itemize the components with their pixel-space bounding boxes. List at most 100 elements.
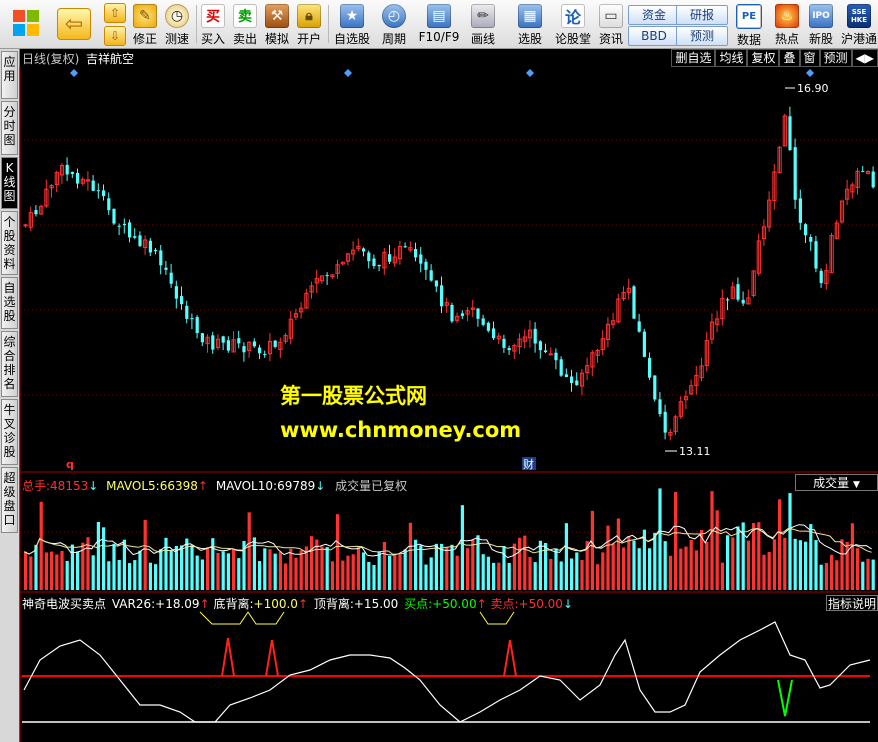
capital-button[interactable]: 资金 xyxy=(628,5,680,25)
watermark-url: www.chnmoney.com xyxy=(280,418,522,442)
volume-bar xyxy=(263,548,267,590)
sidebar-item-timeshare[interactable]: 分时图 xyxy=(1,101,18,155)
volume-ma-line xyxy=(23,527,872,556)
sidebar-item-label: 应用 xyxy=(3,55,16,83)
period-button[interactable]: ◴ 周期 xyxy=(376,0,412,48)
back-arrow-icon: ⇦ xyxy=(57,8,91,40)
volume-bar xyxy=(814,540,818,590)
news-button[interactable]: ▭ 资讯 xyxy=(596,0,626,48)
volume-bar xyxy=(544,543,548,590)
simulate-button[interactable]: ⚒ 模拟 xyxy=(262,0,292,48)
chart-right-buttons: 删自选 均线 复权 叠 窗 预测 ◀▶ xyxy=(671,49,878,67)
period-label: 周期 xyxy=(381,32,406,46)
moving-average-button[interactable]: 均线 xyxy=(715,49,748,67)
sidebar-item-favorites[interactable]: 自选股 xyxy=(1,277,18,329)
overlay-button[interactable]: 叠 xyxy=(779,49,800,67)
volume-bar xyxy=(164,537,168,590)
volume-bar xyxy=(700,529,704,590)
volume-bar xyxy=(278,551,282,590)
volume-bar xyxy=(284,563,288,590)
candle-body-up xyxy=(444,302,449,306)
volume-bar xyxy=(627,536,631,590)
mavol5-label: MAVOL5: xyxy=(106,479,160,493)
sidebar-item-apps[interactable]: 应用 xyxy=(1,51,18,99)
candle-body-down xyxy=(544,350,548,353)
stock-chart[interactable]: 16.90 13.11 q 财 xyxy=(0,0,878,742)
candle-body-down xyxy=(861,171,865,173)
buy-button[interactable]: 买 买入 xyxy=(198,0,228,48)
candle-body-down xyxy=(96,190,100,192)
f10-button[interactable]: ▤ F10/F9 xyxy=(416,0,462,48)
candle-body-down xyxy=(388,254,392,262)
forecast-button[interactable]: 预测 xyxy=(676,26,728,46)
top-divergence-value: +15.00 xyxy=(353,597,399,611)
candle-body-up xyxy=(824,270,829,285)
scroll-arrows-icon[interactable]: ◀▶ xyxy=(851,49,878,67)
favorites-button[interactable]: ★ 自选股 xyxy=(332,0,372,48)
volume-bar xyxy=(50,551,54,590)
volume-bar xyxy=(580,559,584,590)
candle-body-down xyxy=(263,353,267,355)
modify-button[interactable]: ✎ 修正 xyxy=(130,0,160,48)
candle-body-down xyxy=(164,267,168,270)
volume-bar xyxy=(362,552,366,590)
sidebar-item-diagnosis[interactable]: 牛叉诊股 xyxy=(1,399,18,465)
sell-button[interactable]: 卖 卖出 xyxy=(230,0,260,48)
back-button[interactable]: ⇦ xyxy=(54,0,94,48)
mavol5-value: 66398 xyxy=(159,479,198,493)
candle-body-down xyxy=(200,333,204,343)
bbd-button[interactable]: BBD xyxy=(628,26,680,46)
candle-body-down xyxy=(273,340,277,347)
candle-body-up xyxy=(205,336,210,345)
delete-favorite-button[interactable]: 删自选 xyxy=(671,49,716,67)
open-account-button[interactable]: 🔒︎ 开户 xyxy=(294,0,324,48)
adjust-button[interactable]: 复权 xyxy=(747,49,780,67)
data-button[interactable]: PE 数据 xyxy=(734,0,764,48)
sell-signal-spike xyxy=(221,637,235,677)
volume-bar xyxy=(486,556,490,590)
volume-bar xyxy=(226,553,230,590)
volume-bar xyxy=(596,564,600,590)
indicator-explain-button[interactable]: 指标说明 xyxy=(826,595,878,611)
volume-bar xyxy=(824,562,828,590)
buy-icon: 买 xyxy=(201,4,225,28)
volume-bar xyxy=(648,548,652,590)
hk-connect-label: 沪港通 xyxy=(840,32,877,46)
research-button[interactable]: 研报 xyxy=(676,5,728,25)
sidebar-item-kline[interactable]: K线图 xyxy=(1,157,18,209)
sidebar-item-stock-info[interactable]: 个股资料 xyxy=(1,211,18,275)
volume-bar xyxy=(382,542,386,590)
discuss-button[interactable]: 论 论股堂 xyxy=(554,0,592,48)
draw-line-button[interactable]: ✏ 画线 xyxy=(466,0,500,48)
volume-bar xyxy=(616,518,620,590)
volume-bar xyxy=(96,521,100,590)
candlesticks xyxy=(23,106,875,441)
volume-bar xyxy=(76,551,80,590)
predict-button[interactable]: 预测 xyxy=(819,49,852,67)
hot-button[interactable]: ♨ 热点 xyxy=(772,0,802,48)
candle-body-down xyxy=(154,249,158,252)
window-button[interactable]: 窗 xyxy=(799,49,820,67)
volume-bar xyxy=(330,561,334,590)
up-down-button[interactable]: ⇧ ⇩ xyxy=(100,0,130,48)
indicator-select[interactable]: 成交量 ▼ xyxy=(795,474,878,491)
sidebar-item-super-panel[interactable]: 超级盘口 xyxy=(1,467,18,533)
candle-body-down xyxy=(632,286,636,319)
candle-body-down xyxy=(226,340,230,351)
candle-body-up xyxy=(579,372,585,387)
candle-body-down xyxy=(148,240,152,253)
candle-body-down xyxy=(159,250,163,266)
volume-bar xyxy=(65,560,69,590)
sidebar-item-ranking[interactable]: 综合排名 xyxy=(1,331,18,397)
draw-line-label: 画线 xyxy=(470,32,495,46)
ipo-button[interactable]: IPO 新股 xyxy=(806,0,836,48)
select-stock-button[interactable]: ▦ 选股 xyxy=(512,0,548,48)
speed-test-button[interactable]: ◷ 测速 xyxy=(162,0,192,48)
volume-bar xyxy=(185,538,189,590)
buy-point-value: +50.00 xyxy=(432,597,477,611)
candle-body-down xyxy=(211,335,215,350)
windows-logo-button[interactable] xyxy=(6,0,46,48)
hk-connect-button[interactable]: SSE HKE 沪港通 xyxy=(840,0,878,48)
chevron-down-icon: ▼ xyxy=(852,480,860,490)
event-diamond-icon xyxy=(70,69,78,77)
